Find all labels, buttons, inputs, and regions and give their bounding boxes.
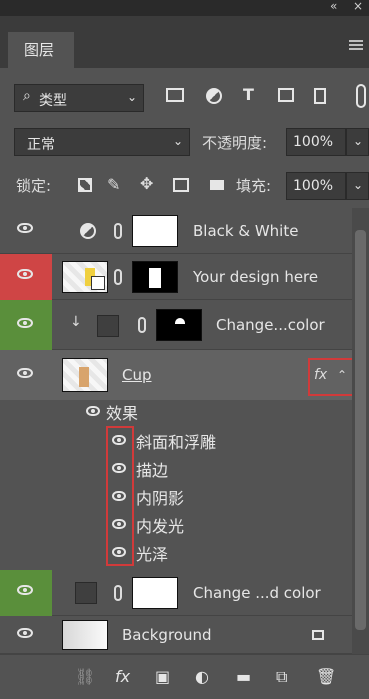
layer-name[interactable]: Change ...d color [193,584,321,602]
filter-type-icon[interactable]: T [243,85,254,104]
layer-row[interactable]: Change ...d color [0,570,369,616]
fill-dropdown-button[interactable]: ⌄ [346,172,369,200]
layer-mask-thumbnail[interactable] [132,261,178,293]
smart-object-thumbnail[interactable] [62,261,108,293]
effects-label: 效果 [106,404,139,423]
visibility-eye-icon[interactable] [0,300,52,350]
layer-mask-thumbnail[interactable] [132,577,178,609]
layer-thumbnail[interactable] [62,358,108,392]
blend-mode-value: 正常 [27,137,55,153]
adjustment-layer-icon[interactable]: ◐ [195,667,209,686]
effect-item[interactable]: 光泽 [136,541,168,565]
opacity-label: 不透明度: [202,134,268,152]
chevron-up-icon[interactable]: ⌃ [337,368,347,382]
visibility-eye-icon[interactable] [0,350,52,400]
effect-item[interactable]: 内阴影 [136,485,184,509]
layers-scrollbar[interactable] [352,208,369,654]
visibility-eye-icon[interactable] [0,208,52,254]
layer-row[interactable]: Your design here [0,254,369,300]
search-icon: ⌕ [23,88,31,104]
filter-adjustment-icon[interactable] [206,88,222,104]
effect-item[interactable]: 斜面和浮雕 [136,429,216,453]
smart-object-badge-icon [91,276,105,290]
lock-label: 锁定: [16,177,52,195]
visibility-eye-icon[interactable] [0,570,52,616]
effect-item[interactable]: 描边 [136,457,168,481]
chevron-down-icon: ⌄ [353,178,364,192]
layer-name[interactable]: Black & White [193,222,298,240]
chain-link-icon[interactable] [138,317,146,333]
layer-name[interactable]: Cup [122,366,152,384]
fill-value: 100% [293,178,334,194]
panel-menu-icon[interactable] [349,40,363,50]
fx-highlight-box: fx ⌃ [308,358,354,396]
lock-icon [312,630,324,640]
bevel-emboss-eye-icon[interactable] [112,435,126,445]
layers-bottom-toolbar: ⛓ fx ▣ ◐ ▬ ⧉ 🗑 [0,654,369,699]
layer-row-selected[interactable]: Cup fx ⌃ [0,350,369,400]
link-layers-icon[interactable]: ⛓ [75,667,95,686]
filter-shape-icon[interactable] [278,88,294,102]
add-mask-icon[interactable]: ▣ [155,667,170,686]
mask-shape [175,318,185,324]
lock-transparent-pixels-icon[interactable] [78,178,92,192]
fill-color-swatch[interactable] [97,315,119,337]
layer-filter-dropdown[interactable]: ⌕ 类型 ⌄ [14,84,144,112]
tab-layers[interactable]: 图层 [8,32,74,68]
filter-type-label: 类型 [39,93,67,109]
lock-image-pixels-icon[interactable]: ✎ [107,175,120,194]
layer-name[interactable]: Change...color [216,316,325,334]
layer-thumbnail[interactable] [62,620,108,650]
fx-icon[interactable]: fx [314,367,327,383]
effects-list: 效果 斜面和浮雕 描边 内阴影 内发光 光泽 [0,400,352,570]
chevron-down-icon: ⌄ [172,134,183,148]
blend-mode-dropdown[interactable]: 正常 ⌄ [14,128,190,156]
inner-shadow-eye-icon[interactable] [112,491,126,501]
layer-row[interactable]: Black & White [0,208,369,254]
fill-input[interactable]: 100% [286,172,346,200]
visibility-eye-icon[interactable] [0,254,52,300]
chevron-down-icon: ⌄ [126,90,137,104]
visibility-eye-icon[interactable] [0,616,52,654]
layer-name[interactable]: Your design here [193,268,318,286]
filter-toggle-switch[interactable] [356,84,366,108]
new-group-icon[interactable]: ▬ [236,667,251,686]
inner-glow-eye-icon[interactable] [112,519,126,529]
lock-all-icon[interactable] [210,180,224,190]
lock-position-icon[interactable]: ✥ [140,174,153,193]
opacity-input[interactable]: 100% [286,128,346,156]
cup-preview-image [79,367,89,387]
opacity-dropdown-button[interactable]: ⌄ [346,128,369,156]
filter-pixel-icon[interactable] [166,88,184,102]
chevron-down-icon: ⌄ [353,134,364,148]
layer-name[interactable]: Background [122,626,212,644]
scrollbar-thumb[interactable] [355,230,366,630]
layer-row[interactable]: ↓ Change...color [0,300,369,350]
adjustment-layer-icon [80,223,96,239]
delete-layer-icon[interactable]: 🗑 [316,667,336,686]
chain-link-icon[interactable] [114,585,122,601]
filter-smart-object-icon[interactable] [314,88,326,104]
layer-row[interactable]: Background [0,616,369,654]
stroke-eye-icon[interactable] [112,463,126,473]
close-panel-icon[interactable]: × [353,0,363,13]
layer-mask-thumbnail[interactable] [132,215,178,247]
opacity-value: 100% [293,134,334,150]
effects-visibility-eye-icon[interactable] [86,406,100,416]
chain-link-icon[interactable] [114,269,122,285]
fx-add-style-icon[interactable]: fx [115,667,130,686]
new-layer-icon[interactable]: ⧉ [276,667,287,687]
lock-artboard-icon[interactable] [173,178,189,192]
panel-top-bar: « × [0,0,369,16]
clipping-indent-icon: ↓ [70,314,82,330]
effect-item[interactable]: 内发光 [136,513,184,537]
chain-link-icon[interactable] [114,223,122,239]
collapse-panels-icon[interactable]: « [330,0,337,13]
layer-mask-thumbnail[interactable] [156,309,202,341]
fill-color-swatch[interactable] [75,582,97,604]
satin-eye-icon[interactable] [112,547,126,557]
fill-label: 填充: [236,177,272,195]
mask-shape [149,268,161,288]
panel-tab-row: 图层 [0,16,369,68]
